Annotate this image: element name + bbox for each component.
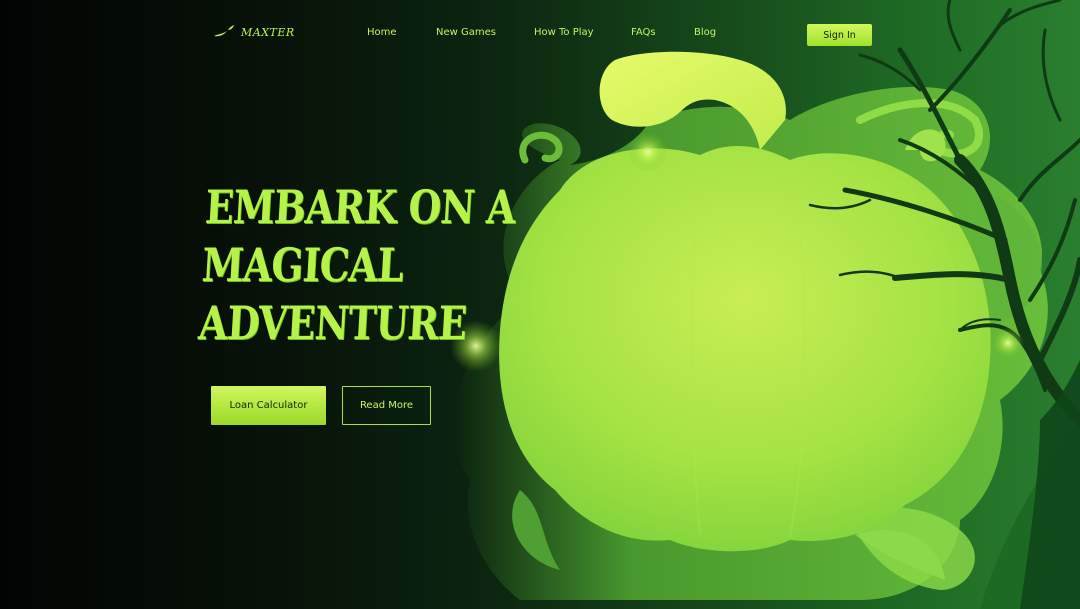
nav-faqs[interactable]: FAQs (631, 27, 656, 38)
sign-in-button[interactable]: Sign In (807, 24, 872, 46)
nav-new-games[interactable]: New Games (436, 27, 496, 38)
nav-home[interactable]: Home (367, 27, 397, 38)
hero-title-line-1: EMBARK ON A (203, 180, 517, 234)
hero-title-line-3: ADVENTURE (197, 296, 468, 350)
nav-blog[interactable]: Blog (694, 27, 716, 38)
nav-how-to-play[interactable]: How To Play (534, 27, 594, 38)
glow-orb (992, 327, 1024, 359)
read-more-button[interactable]: Read More (342, 386, 431, 425)
hero-title-line-2: MAGICAL (200, 238, 405, 292)
glow-orb (628, 132, 668, 172)
main-nav: Home New Games How To Play FAQs Blog (0, 27, 1080, 43)
hero-title: EMBARK ON A MAGICAL ADVENTURE (197, 178, 517, 352)
loan-calculator-button[interactable]: Loan Calculator (211, 386, 326, 425)
hero-illustration (450, 0, 1080, 609)
landing-page: MAXTER Home New Games How To Play FAQs B… (0, 0, 1080, 609)
